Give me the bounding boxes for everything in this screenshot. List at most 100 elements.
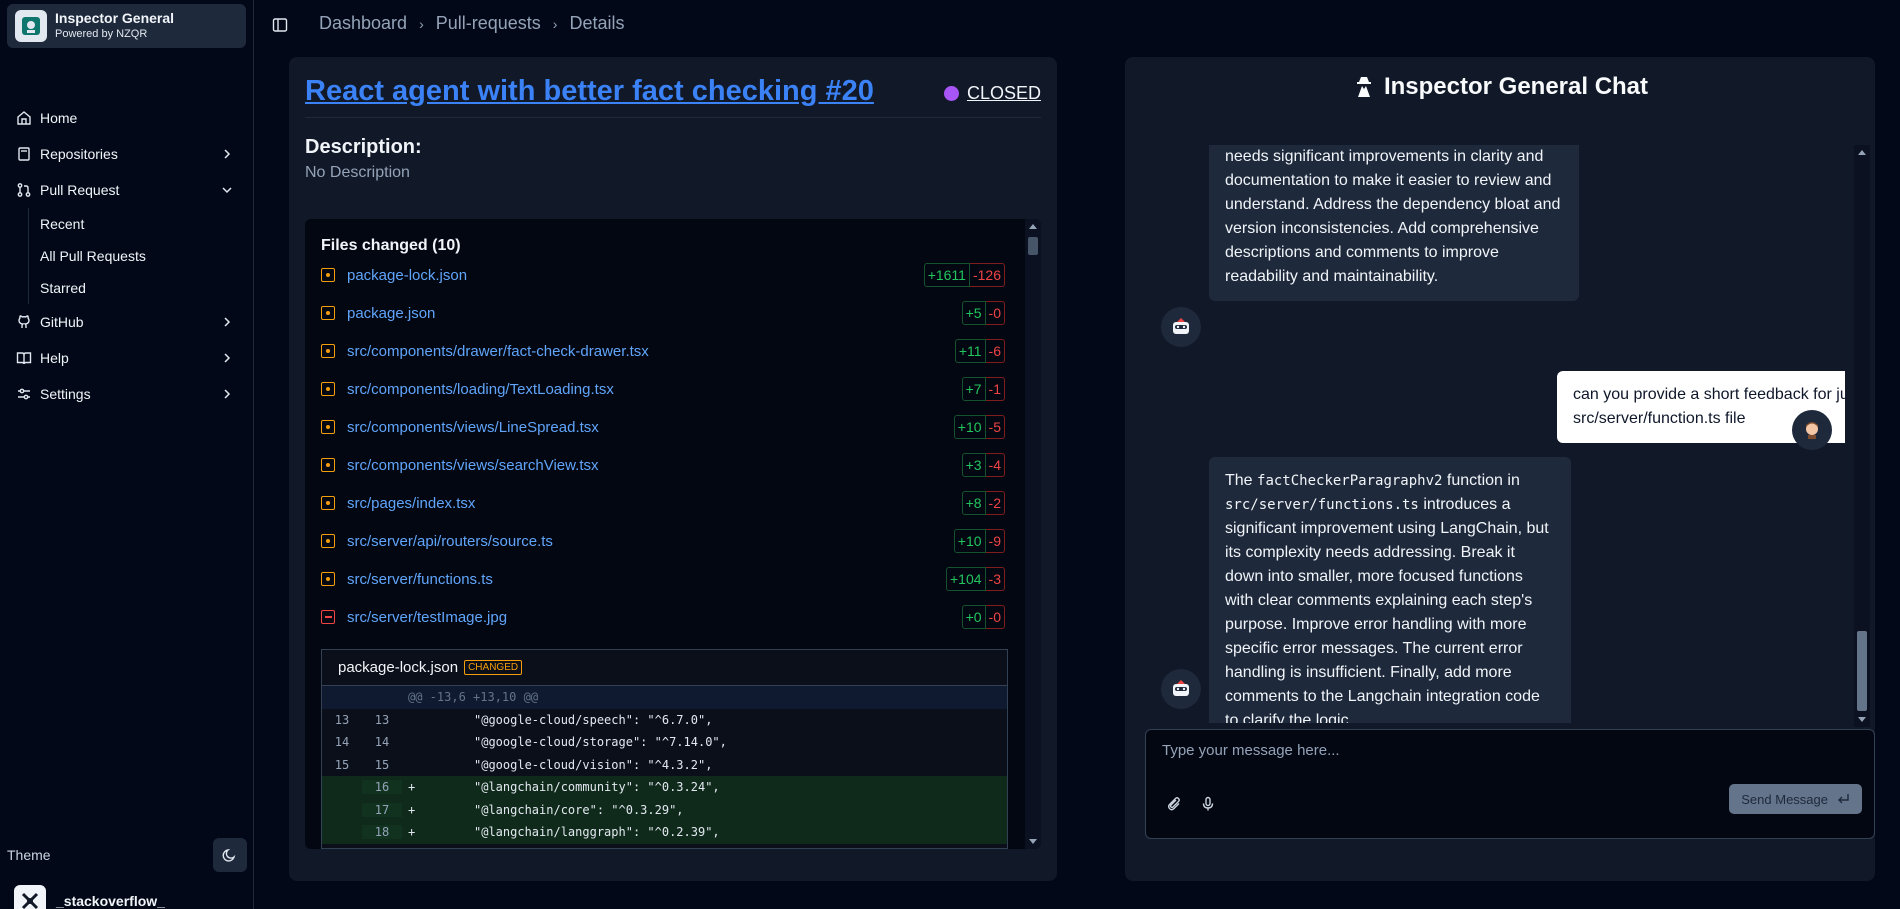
send-message-button[interactable]: Send Message	[1729, 784, 1862, 814]
chat-messages: needs significant improvements in clarit…	[1139, 145, 1845, 723]
sidebar-toggle-icon[interactable]	[272, 17, 288, 33]
nav-pr-starred[interactable]: Starred	[29, 272, 254, 304]
diff-marker: +	[408, 825, 416, 840]
diff-line-context: 14 14 "@google-cloud/storage": "^7.14.0",	[322, 731, 1007, 754]
file-name-link[interactable]: package-lock.json	[347, 267, 467, 284]
chat-scrollbar[interactable]	[1854, 145, 1870, 727]
spy-agent-icon	[1356, 77, 1371, 97]
file-name-link[interactable]: src/components/views/LineSpread.tsx	[347, 419, 599, 436]
nav-pr-recent[interactable]: Recent	[29, 208, 254, 240]
scroll-up-icon[interactable]	[1029, 224, 1037, 229]
pr-title-link[interactable]: React agent with better fact checking #2…	[305, 75, 874, 108]
paperclip-icon[interactable]	[1166, 796, 1182, 812]
breadcrumb-separator-icon: ›	[419, 15, 424, 32]
nav-home[interactable]: Home	[0, 100, 254, 136]
file-row[interactable]: src/components/views/searchView.tsx +3 -4	[321, 451, 1005, 479]
file-name-link[interactable]: src/server/functions.ts	[347, 571, 493, 588]
breadcrumb-details: Details	[569, 13, 625, 33]
deletions-count: -3	[985, 567, 1005, 591]
old-line-number: 14	[334, 735, 350, 750]
file-changed-icon	[321, 382, 335, 396]
nav-pull-request[interactable]: Pull Request	[0, 172, 254, 208]
scroll-down-icon[interactable]	[1029, 839, 1037, 844]
scroll-thumb[interactable]	[1857, 631, 1867, 711]
file-deleted-icon	[321, 610, 335, 624]
deletions-count: -0	[985, 301, 1005, 325]
file-stats: +5 -0	[961, 301, 1005, 325]
diff-marker: +	[408, 802, 416, 817]
file-name-link[interactable]: src/pages/index.tsx	[347, 495, 475, 512]
diff-line-added: 18 + "@langchain/langgraph": "^0.2.39",	[322, 821, 1007, 844]
diff-code: "@langchain/core": "^0.3.29",	[474, 802, 684, 817]
deletions-count: -9	[985, 529, 1005, 553]
file-name-link[interactable]: src/components/views/searchView.tsx	[347, 457, 599, 474]
theme-label: Theme	[7, 847, 51, 863]
file-row[interactable]: src/pages/index.tsx +8 -2	[321, 489, 1005, 517]
file-name-link[interactable]: src/components/drawer/fact-check-drawer.…	[347, 343, 649, 360]
file-changed-icon	[321, 458, 335, 472]
file-row[interactable]: src/components/drawer/fact-check-drawer.…	[321, 337, 1005, 365]
breadcrumb-dashboard[interactable]: Dashboard	[319, 13, 407, 34]
diff-viewer: package-lock.json CHANGED @@ -13,6 +13,1…	[321, 649, 1008, 849]
nav-settings-label: Settings	[40, 386, 91, 402]
nav-settings[interactable]: Settings	[0, 376, 254, 412]
scroll-up-icon[interactable]	[1858, 150, 1866, 155]
diff-line-context: 15 15 "@google-cloud/vision": "^4.3.2",	[322, 754, 1007, 777]
theme-row: Theme	[7, 838, 247, 872]
pr-status[interactable]: CLOSED	[943, 83, 1041, 104]
file-name-link[interactable]: src/server/api/routers/source.ts	[347, 533, 553, 550]
diff-lines: @@ -13,6 +13,10 @@ 13 13 "@google-cloud/spe…	[322, 686, 1007, 844]
nav-github[interactable]: GitHub	[0, 304, 254, 340]
file-name-link[interactable]: src/server/testImage.jpg	[347, 609, 507, 626]
chat-input[interactable]: Type your message here... Send Message	[1145, 729, 1875, 839]
file-stats: +10 -9	[953, 529, 1005, 553]
file-row[interactable]: src/components/views/LineSpread.tsx +10 -5	[321, 413, 1005, 441]
file-stats: +104 -3	[946, 567, 1005, 591]
chevron-right-icon	[224, 149, 231, 159]
moon-icon	[222, 848, 236, 862]
diff-hunk-header: @@ -13,6 +13,10 @@	[322, 686, 1007, 709]
file-row[interactable]: package.json +5 -0	[321, 299, 1005, 327]
deletions-count: -1	[985, 377, 1005, 401]
bot-avatar-icon	[1161, 669, 1201, 709]
files-changed-panel: Files changed (10) package-lock.json +161…	[305, 219, 1041, 849]
breadcrumb-pull-requests[interactable]: Pull-requests	[436, 13, 541, 34]
files-changed-heading: Files changed (10)	[321, 237, 461, 254]
nav-repositories[interactable]: Repositories	[0, 136, 254, 172]
chevron-right-icon	[224, 353, 231, 363]
theme-toggle-button[interactable]	[213, 838, 247, 872]
chat-input-placeholder: Type your message here...	[1162, 742, 1340, 759]
file-stats: +0 -0	[961, 605, 1005, 629]
microphone-icon[interactable]	[1200, 796, 1216, 812]
deletions-count: -4	[985, 453, 1005, 477]
home-icon	[16, 110, 32, 126]
file-name-link[interactable]: src/components/loading/TextLoading.tsx	[347, 381, 614, 398]
book-open-icon	[16, 350, 32, 366]
file-row[interactable]: src/server/testImage.jpg +0 -0	[321, 603, 1005, 631]
chat-title-text: Inspector General Chat	[1383, 73, 1649, 100]
brand-switcher[interactable]: Inspector General Powered by NZQR	[7, 4, 246, 48]
additions-count: +10	[953, 529, 986, 553]
file-changed-icon	[321, 344, 335, 358]
diff-code: "@langchain/community": "^0.3.24",	[474, 780, 720, 795]
file-row[interactable]: package-lock.json +1611 -126	[321, 261, 1005, 289]
diff-marker: +	[408, 780, 416, 795]
file-name-link[interactable]: package.json	[347, 305, 435, 322]
nav-help[interactable]: Help	[0, 340, 254, 376]
file-stats: +10 -5	[953, 415, 1005, 439]
main-nav: Home Repositories Pull Request Recent Al…	[0, 100, 254, 412]
scroll-down-icon[interactable]	[1858, 717, 1866, 722]
file-row[interactable]: src/components/loading/TextLoading.tsx +7…	[321, 375, 1005, 403]
nav-pr-all[interactable]: All Pull Requests	[29, 240, 254, 272]
file-changed-icon	[321, 306, 335, 320]
files-scrollbar[interactable]	[1025, 219, 1041, 849]
chevron-right-icon	[224, 389, 231, 399]
chevron-down-icon	[222, 187, 232, 194]
deletions-count: -5	[985, 415, 1005, 439]
file-changed-icon	[321, 268, 335, 282]
file-row[interactable]: src/server/functions.ts +104 -3	[321, 565, 1005, 593]
scroll-thumb[interactable]	[1028, 237, 1038, 255]
user-menu[interactable]: _stackoverflow_	[14, 885, 240, 909]
file-row[interactable]: src/server/api/routers/source.ts +10 -9	[321, 527, 1005, 555]
additions-count: +0	[961, 605, 986, 629]
